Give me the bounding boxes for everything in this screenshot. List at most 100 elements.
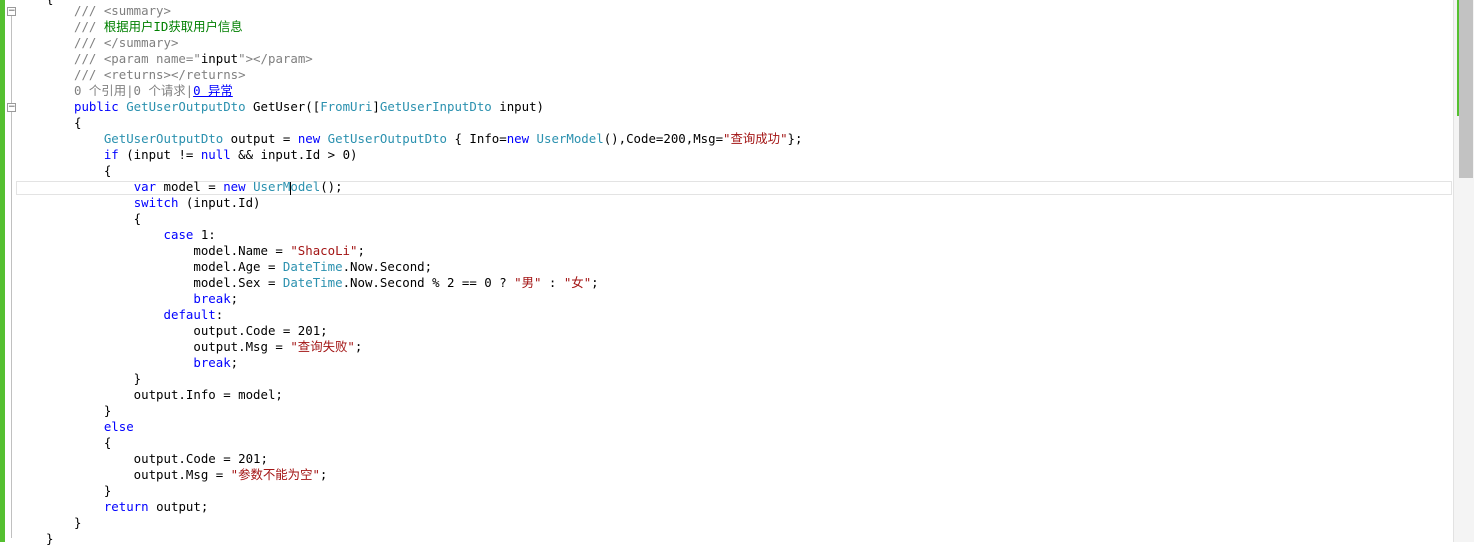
code-token: } [74,515,82,530]
code-line: var model = new UserModel(); [74,179,1454,195]
code-line: } [74,483,1454,499]
code-line: else [74,419,1454,435]
code-token: ; [319,467,328,482]
code-token: DateTime [282,275,343,290]
code-token: if [103,147,119,162]
code-token: 0 个引用|0 个请求| [74,83,194,98]
code-token: output.Info = model; [74,387,283,402]
code-token: model = [156,179,224,194]
code-line: output.Msg = "查询失败"; [74,339,1454,355]
scrollbar-thumb[interactable] [1459,0,1473,178]
code-token: break [193,291,231,306]
code-line: break; [74,291,1454,307]
code-token: GetUserInputDto [379,99,492,114]
code-token: : [541,275,564,290]
code-line: default: [74,307,1454,323]
code-token: { [74,211,142,226]
code-token: /// </summary> [74,35,179,50]
code-line: break; [74,355,1454,371]
code-token: (input.Id) [178,195,261,210]
code-token: return [103,499,149,514]
code-token: /// <param name=" [74,51,201,66]
code-token: /// <returns></returns> [74,67,246,82]
collapse-summary-toggle[interactable]: − [7,7,16,16]
code-line: /// </summary> [74,35,1454,51]
code-token: ; [591,275,599,290]
code-token: /// <summary> [74,3,171,18]
code-token: ] [372,99,380,114]
code-token: GetUserOutputDto [126,99,246,114]
code-token: }; [787,131,803,146]
code-token: public [74,99,127,114]
code-token: output.Msg = [74,339,291,354]
code-token: model.Sex = [74,275,283,290]
code-token: switch [133,195,179,210]
code-token: UserModel [253,179,321,194]
code-token: .Now.Second % 2 == 0 ? [342,275,515,290]
collapse-method-toggle[interactable]: − [7,103,16,112]
code-token: 1: [193,227,216,242]
code-token: output; [148,499,209,514]
code-token: : [215,307,224,322]
text-caret [290,182,291,195]
code-token: "女" [563,275,592,290]
code-line: switch (input.Id) [74,195,1454,211]
code-line: model.Age = DateTime.Now.Second; [74,259,1454,275]
code-token: null [200,147,231,162]
code-token: { [74,163,112,178]
code-token: case [163,227,194,242]
code-token: { [74,435,112,450]
code-token: /// [74,19,104,34]
code-token: .Now.Second; [342,259,433,274]
code-line: { [74,163,1454,179]
code-token: output.Code = 201; [74,451,268,466]
code-token: "男" [514,275,542,290]
code-token: GetUserOutputDto [103,131,224,146]
code-token: "查询失败" [290,339,355,354]
code-line: output.Msg = "参数不能为空"; [74,467,1454,483]
vertical-scrollbar[interactable] [1453,0,1474,542]
code-token: new [223,179,254,194]
code-line: /// <returns></returns> [74,67,1454,83]
code-token: { [74,115,82,130]
code-token: { Info= [447,131,507,146]
code-token: } [74,483,112,498]
code-line: /// <summary> [74,3,1454,19]
code-token: break [193,355,231,370]
code-token: } [74,403,112,418]
code-line: if (input != null && input.Id > 0) [74,147,1454,163]
code-token: model.Age = [74,259,283,274]
code-line: /// 根据用户ID获取用户信息 [74,19,1454,35]
fold-guide-line [11,112,12,538]
code-token: } [74,371,142,386]
code-token: model.Name = [74,243,291,258]
change-tracking-bar [0,0,5,542]
code-line: } [74,515,1454,531]
code-token: "ShacoLi" [290,243,358,258]
code-token: UserModel [536,131,604,146]
code-token: new [297,131,328,146]
code-token: DateTime [282,259,343,274]
exceptions-link[interactable]: 0 异常 [193,83,233,98]
code-line: public GetUserOutputDto GetUser([FromUri… [74,99,1454,115]
code-line: model.Name = "ShacoLi"; [74,243,1454,259]
code-token: (),Code=200,Msg= [603,131,724,146]
code-token: "></param> [238,51,313,66]
code-line: return output; [74,499,1454,515]
code-token: (); [320,179,343,194]
code-token: GetUser([ [245,99,321,114]
code-line: model.Sex = DateTime.Now.Second % 2 == 0… [74,275,1454,291]
code-token: output = [223,131,298,146]
code-line: output.Code = 201; [74,323,1454,339]
code-line: { [74,435,1454,451]
code-token: var [133,179,157,194]
code-line: output.Code = 201; [74,451,1454,467]
code-token: ; [230,291,239,306]
code-line: output.Info = model; [74,387,1454,403]
